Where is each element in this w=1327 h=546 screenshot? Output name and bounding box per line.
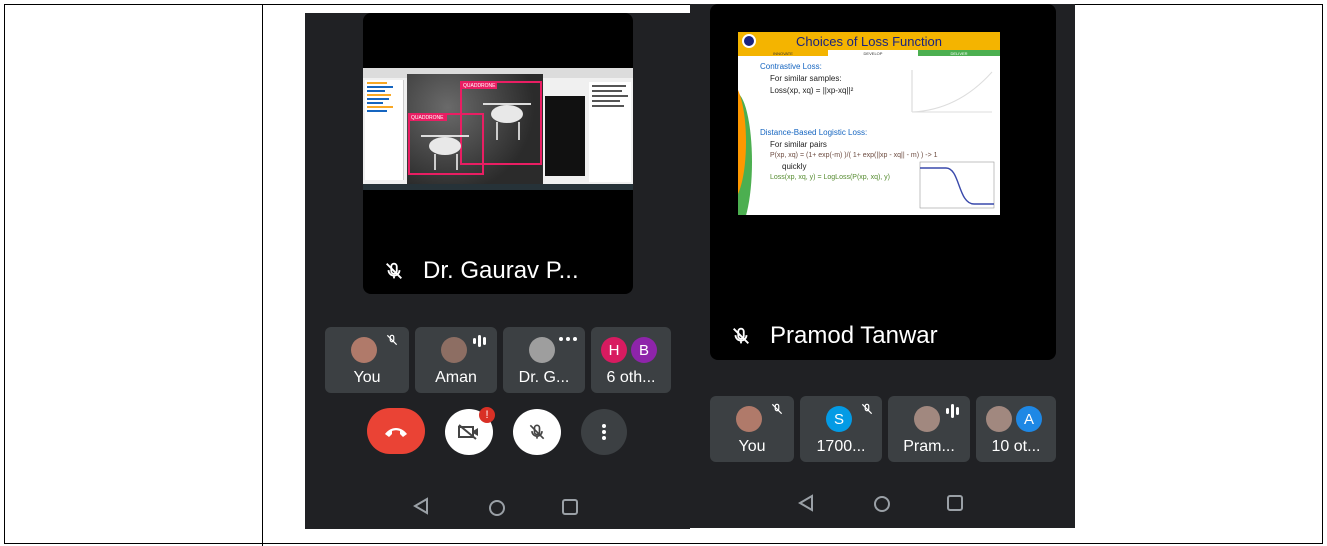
avatar: A: [1016, 406, 1042, 432]
more-options-button[interactable]: [581, 409, 627, 455]
slide-formula: Loss(xp, xq) = ||xp-xq||²: [770, 86, 854, 95]
slide-bullet: Distance-Based Logistic Loss:: [760, 128, 868, 137]
participant-tile-others[interactable]: A 10 ot...: [976, 396, 1056, 462]
slide-tab: DELIVER: [918, 50, 1000, 56]
home-nav-icon[interactable]: [487, 498, 507, 518]
left-meet-screenshot: QUADDRONE QUADDRONE Dr. Gaurav P... You …: [305, 13, 690, 529]
alert-badge: !: [479, 407, 495, 423]
slide-tab: DEVELOP: [828, 50, 918, 56]
more-vert-icon: [602, 424, 606, 440]
participant-tile-you[interactable]: You: [710, 396, 794, 462]
camera-off-icon: [458, 424, 478, 440]
speaker-name-row: Dr. Gaurav P...: [383, 257, 579, 285]
speaker-tile[interactable]: QUADDRONE QUADDRONE Dr. Gaurav P...: [363, 13, 633, 294]
speaker-name-row: Pramod Tanwar: [730, 322, 938, 350]
participant-label: You: [353, 369, 381, 386]
home-nav-icon[interactable]: [872, 494, 892, 514]
slide-title: Choices of Loss Function: [796, 34, 942, 49]
bbox-label: QUADDRONE: [411, 115, 444, 121]
speaker-tile[interactable]: Choices of Loss Function INNOVATE DEVELO…: [710, 4, 1056, 360]
avatar: [986, 406, 1012, 432]
mic-off-icon: [386, 262, 402, 279]
avatar: [351, 337, 377, 363]
slide-tab: INNOVATE: [738, 50, 828, 56]
speaker-name: Dr. Gaurav P...: [423, 257, 579, 284]
recents-nav-icon[interactable]: [561, 498, 579, 516]
mic-off-icon: [771, 403, 783, 415]
shared-screen: QUADDRONE QUADDRONE: [363, 68, 633, 190]
shared-slide: Choices of Loss Function INNOVATE DEVELO…: [738, 32, 1000, 215]
speaker-name: Pramod Tanwar: [770, 322, 938, 349]
avatar: S: [826, 406, 852, 432]
back-nav-icon[interactable]: [798, 494, 814, 512]
participant-tile-dr-g[interactable]: Dr. G...: [503, 327, 585, 393]
audio-level-icon: [946, 404, 959, 418]
mic-off-icon: [861, 403, 873, 415]
hang-up-icon: [385, 428, 407, 437]
drone-image: QUADDRONE QUADDRONE: [407, 74, 543, 186]
participant-tile-pramod[interactable]: Pram...: [888, 396, 970, 462]
slide-chart-sigmoid: [919, 161, 995, 209]
participant-label: 10 ot...: [991, 438, 1041, 455]
mic-off-icon: [386, 334, 398, 346]
mic-toggle-button[interactable]: [513, 409, 561, 455]
slide-text: quickly: [782, 162, 807, 171]
participant-label: Pram...: [903, 438, 955, 455]
slide-chart-quadratic: [911, 70, 993, 113]
end-call-button[interactable]: [367, 408, 425, 454]
mic-off-icon: [529, 424, 545, 440]
participant-tile-aman[interactable]: Aman: [415, 327, 497, 393]
slide-formula: P(xp, xq) = (1+ exp(-m) )/( 1+ exp(||xp …: [770, 152, 938, 159]
avatar: B: [631, 337, 657, 363]
slide-text: For similar samples:: [770, 74, 842, 83]
slide-text: For similar pairs: [770, 140, 827, 149]
participant-tile-1700[interactable]: S 1700...: [800, 396, 882, 462]
participant-label: Aman: [435, 369, 477, 386]
avatar: [529, 337, 555, 363]
avatar: [441, 337, 467, 363]
participant-label: 6 oth...: [606, 369, 656, 386]
avatar: [914, 406, 940, 432]
back-nav-icon[interactable]: [413, 497, 429, 515]
camera-toggle-button[interactable]: !: [445, 407, 495, 455]
audio-level-icon: [473, 335, 486, 347]
more-dots-icon: [559, 337, 577, 341]
participant-tile-you[interactable]: You: [325, 327, 409, 393]
bbox-label: QUADDRONE: [463, 83, 496, 89]
table-column-divider: [262, 4, 263, 546]
participant-label: 1700...: [816, 438, 866, 455]
participant-label: You: [738, 438, 766, 455]
mic-off-icon: [733, 327, 749, 344]
avatar: H: [601, 337, 627, 363]
participant-tile-others[interactable]: H B 6 oth...: [591, 327, 671, 393]
right-meet-screenshot: Choices of Loss Function INNOVATE DEVELO…: [690, 4, 1075, 528]
recents-nav-icon[interactable]: [946, 494, 964, 512]
slide-formula: Loss(xp, xq, y) = LogLoss(P(xp, xq), y): [770, 174, 891, 181]
avatar: [736, 406, 762, 432]
slide-bullet: Contrastive Loss:: [760, 62, 822, 71]
participant-label: Dr. G...: [518, 369, 570, 386]
